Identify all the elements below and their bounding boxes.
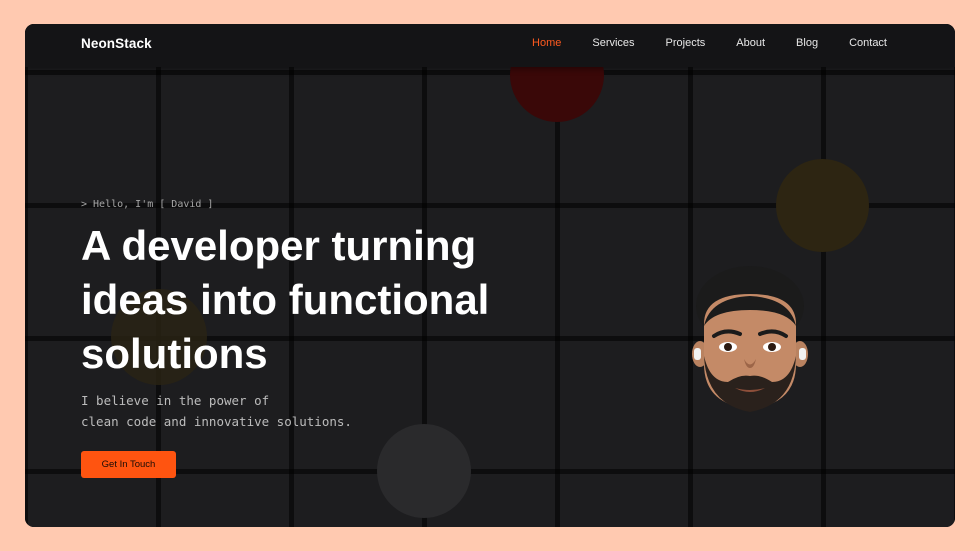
decorative-circle-olive bbox=[776, 159, 869, 252]
nav-item-contact[interactable]: Contact bbox=[849, 37, 887, 49]
get-in-touch-button[interactable]: Get In Touch bbox=[81, 451, 176, 478]
navbar: NeonStack Home Services Projects About B… bbox=[25, 24, 955, 67]
hero-headline: A developer turning ideas into functiona… bbox=[81, 219, 601, 381]
decorative-circle-gray bbox=[377, 424, 471, 518]
headline-line: A developer turning bbox=[81, 222, 477, 269]
main-nav: Home Services Projects About Blog Contac… bbox=[501, 37, 887, 49]
hero-subtext: I believe in the power of clean code and… bbox=[81, 390, 441, 432]
nav-item-projects[interactable]: Projects bbox=[666, 37, 706, 49]
hero-greeting: > Hello, I'm [ David ] bbox=[81, 199, 214, 210]
brand-logo[interactable]: NeonStack bbox=[81, 36, 152, 51]
site-frame: NeonStack Home Services Projects About B… bbox=[25, 24, 955, 527]
headline-line: ideas into functional bbox=[81, 276, 490, 323]
nav-item-services[interactable]: Services bbox=[592, 37, 634, 49]
subtext-line: clean code and innovative solutions. bbox=[81, 414, 352, 429]
nav-item-home[interactable]: Home bbox=[532, 37, 561, 49]
nav-item-about[interactable]: About bbox=[736, 37, 765, 49]
avatar-memoji-icon bbox=[692, 266, 808, 412]
nav-item-blog[interactable]: Blog bbox=[796, 37, 818, 49]
subtext-line: I believe in the power of bbox=[81, 393, 270, 408]
headline-line: solutions bbox=[81, 330, 268, 377]
